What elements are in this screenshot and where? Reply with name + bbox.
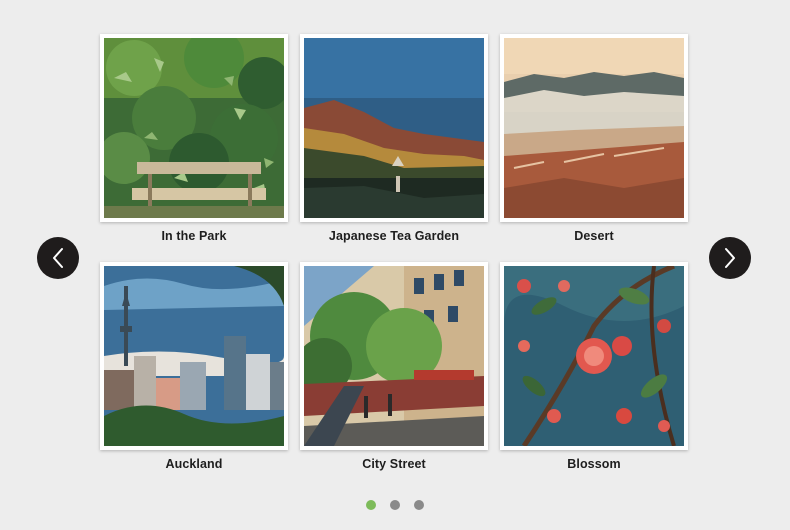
chevron-left-icon	[53, 248, 63, 268]
gallery-caption: In the Park	[161, 229, 227, 243]
desert-image	[504, 38, 684, 218]
gallery-caption: Auckland	[165, 457, 223, 471]
page-dot[interactable]	[390, 500, 400, 510]
gallery-caption: Japanese Tea Garden	[328, 229, 460, 243]
photo-gallery: In the Park Japanese Tea Garden Desert A…	[0, 0, 790, 530]
gallery-card[interactable]: Blossom	[500, 262, 688, 471]
gallery-card[interactable]: Auckland	[100, 262, 288, 471]
page-dot[interactable]	[366, 500, 376, 510]
park-image	[104, 38, 284, 218]
city-street-image	[304, 266, 484, 446]
previous-button[interactable]	[37, 237, 79, 279]
pagination-dots	[0, 500, 790, 510]
gallery-caption: Blossom	[567, 457, 621, 471]
gallery-caption: City Street	[362, 457, 426, 471]
gallery-card[interactable]: In the Park	[100, 34, 288, 243]
gallery-card[interactable]: Japanese Tea Garden	[300, 34, 488, 243]
gallery-thumbnail[interactable]	[500, 34, 688, 222]
gallery-card[interactable]: City Street	[300, 262, 488, 471]
page-dot[interactable]	[414, 500, 424, 510]
blossom-image	[504, 266, 684, 446]
gallery-thumbnail[interactable]	[100, 262, 288, 450]
gallery-card[interactable]: Desert	[500, 34, 688, 243]
tea-garden-image	[304, 38, 484, 218]
gallery-thumbnail[interactable]	[100, 34, 288, 222]
gallery-thumbnail[interactable]	[300, 262, 488, 450]
gallery-thumbnail[interactable]	[500, 262, 688, 450]
next-button[interactable]	[709, 237, 751, 279]
auckland-image	[104, 266, 284, 446]
chevron-right-icon	[725, 248, 735, 268]
gallery-thumbnail[interactable]	[300, 34, 488, 222]
gallery-caption: Desert	[574, 229, 614, 243]
